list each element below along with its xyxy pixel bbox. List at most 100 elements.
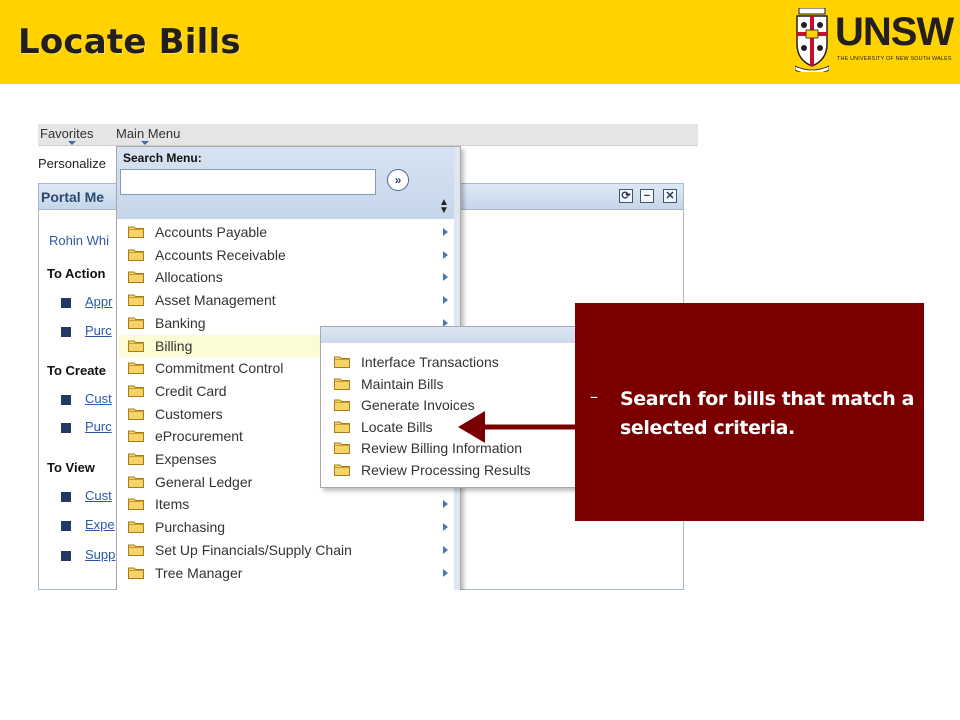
menu-item-label: Customers — [155, 405, 223, 422]
view-link[interactable]: Supp — [85, 547, 115, 562]
unsw-logo: UNSW THE UNIVERSITY OF NEW SOUTH WALES — [795, 8, 954, 74]
menu-item[interactable]: Set Up Financials/Supply Chain — [119, 539, 442, 561]
action-link[interactable]: Appr — [85, 294, 112, 309]
menu-item[interactable]: Items — [119, 493, 442, 515]
menu-item[interactable]: Tree Manager — [119, 562, 442, 584]
submenu-item[interactable]: Maintain Bills — [321, 373, 577, 394]
folder-icon — [334, 398, 350, 412]
folder-icon — [128, 361, 144, 375]
submenu-arrow-icon — [443, 250, 448, 259]
search-menu-input[interactable] — [120, 169, 376, 195]
menu-item[interactable]: Accounts Receivable — [119, 244, 442, 266]
section-to-action: To Action — [47, 266, 106, 281]
submenu-item[interactable]: Interface Transactions — [321, 351, 577, 372]
folder-icon — [128, 520, 144, 534]
submenu-item-label: Generate Invoices — [361, 397, 475, 414]
personalize-link[interactable]: Personalize — [38, 156, 106, 171]
folder-icon — [128, 384, 144, 397]
folder-icon — [128, 475, 144, 488]
main-menu-caret-icon — [141, 141, 149, 145]
crest-icon — [795, 8, 829, 72]
create-link[interactable]: Cust — [85, 391, 112, 406]
menu-item-label: Accounts Receivable — [155, 246, 286, 263]
submenu-arrow-icon — [443, 500, 448, 509]
menu-item-label: Credit Card — [155, 382, 227, 399]
folder-icon — [128, 339, 144, 352]
submenu-item[interactable]: Review Billing Information — [321, 437, 577, 458]
submenu-item[interactable]: Review Processing Results — [321, 459, 577, 480]
menu-item-label: Asset Management — [155, 292, 276, 309]
search-menu-panel: Search Menu: » ▲ ▼ — [117, 147, 460, 219]
submenu-header — [321, 327, 577, 343]
folder-icon — [128, 270, 144, 284]
main-menu[interactable]: Main Menu — [116, 126, 180, 141]
logo-subtext: THE UNIVERSITY OF NEW SOUTH WALES — [837, 56, 952, 62]
folder-icon — [128, 248, 144, 261]
search-go-icon[interactable]: » — [387, 169, 409, 191]
menu-item-label: General Ledger — [155, 473, 253, 490]
close-icon[interactable]: ✕ — [663, 189, 677, 203]
submenu-item-label: Review Billing Information — [361, 440, 523, 457]
minimize-icon[interactable]: − — [640, 189, 654, 203]
billing-submenu: Interface Transactions Maintain Bills Gene… — [320, 326, 578, 488]
submenu-item[interactable]: Generate Invoices — [321, 394, 577, 415]
slide-header: Locate Bills UNSW THE UNIVERSITY OF NEW … — [0, 0, 960, 84]
bullet-icon — [61, 395, 71, 405]
folder-icon — [128, 566, 144, 579]
submenu-arrow-icon — [443, 273, 448, 282]
bullet-icon — [61, 521, 71, 531]
logo-wordmark: UNSW — [835, 10, 954, 54]
submenu-arrow-icon — [443, 545, 448, 554]
callout-text: Search for bills that match a selected c… — [620, 388, 914, 439]
folder-icon — [334, 463, 350, 476]
submenu-arrow-icon — [443, 296, 448, 305]
menu-item-label: eProcurement — [155, 428, 243, 445]
bullet-icon — [61, 423, 71, 433]
folder-icon — [128, 316, 144, 329]
menu-item[interactable]: Accounts Payable — [119, 221, 442, 243]
favorites-menu[interactable]: Favorites — [40, 126, 93, 141]
pagelet-title: Portal Me — [41, 189, 105, 205]
section-to-create: To Create — [47, 363, 106, 378]
favorites-caret-icon — [68, 141, 76, 145]
menu-item[interactable]: Purchasing — [119, 516, 442, 538]
bullet-icon — [61, 327, 71, 337]
menu-item-label: Set Up Financials/Supply Chain — [155, 541, 352, 558]
callout-box: – Search for bills that match a selected… — [575, 303, 924, 521]
user-name-link[interactable]: Rohin Whi — [49, 233, 109, 248]
folder-icon — [128, 293, 144, 307]
view-link[interactable]: Expe — [85, 517, 115, 532]
submenu-item-label: Review Processing Results — [361, 462, 531, 478]
folder-icon — [128, 407, 144, 420]
submenu-item[interactable]: Locate Bills — [321, 416, 577, 437]
search-menu-label: Search Menu: — [123, 151, 202, 165]
folder-icon — [334, 441, 350, 455]
action-link[interactable]: Purc — [85, 323, 112, 338]
folder-icon — [128, 497, 144, 511]
folder-icon — [128, 452, 144, 465]
sort-arrows-icon[interactable]: ▲ ▼ — [439, 198, 449, 216]
submenu-item-label: Locate Bills — [361, 418, 433, 435]
menu-item-label: Items — [155, 496, 190, 513]
menu-item-label: Tree Manager — [155, 564, 243, 581]
folder-icon — [128, 429, 144, 443]
menu-item[interactable]: Allocations — [119, 266, 442, 288]
menu-item-label: Billing — [155, 337, 193, 354]
folder-icon — [128, 543, 144, 556]
menu-item-label: Commitment Control — [155, 360, 284, 377]
menu-item-label: Banking — [155, 314, 206, 331]
view-link[interactable]: Cust — [85, 488, 112, 503]
menu-item-label: Purchasing — [155, 519, 226, 536]
top-nav-bar: Favorites Main Menu — [38, 124, 698, 146]
bullet-icon — [61, 551, 71, 561]
menu-item[interactable]: Asset Management — [119, 289, 442, 311]
bullet-icon — [61, 298, 71, 308]
menu-item-label: Expenses — [155, 451, 217, 467]
refresh-icon[interactable]: ⟳ — [619, 189, 633, 203]
folder-icon — [128, 225, 144, 238]
submenu-arrow-icon — [443, 568, 448, 577]
submenu-item-label: Maintain Bills — [361, 375, 444, 392]
callout-bullet: – — [590, 387, 598, 406]
create-link[interactable]: Purc — [85, 419, 112, 434]
submenu-arrow-icon — [443, 523, 448, 532]
